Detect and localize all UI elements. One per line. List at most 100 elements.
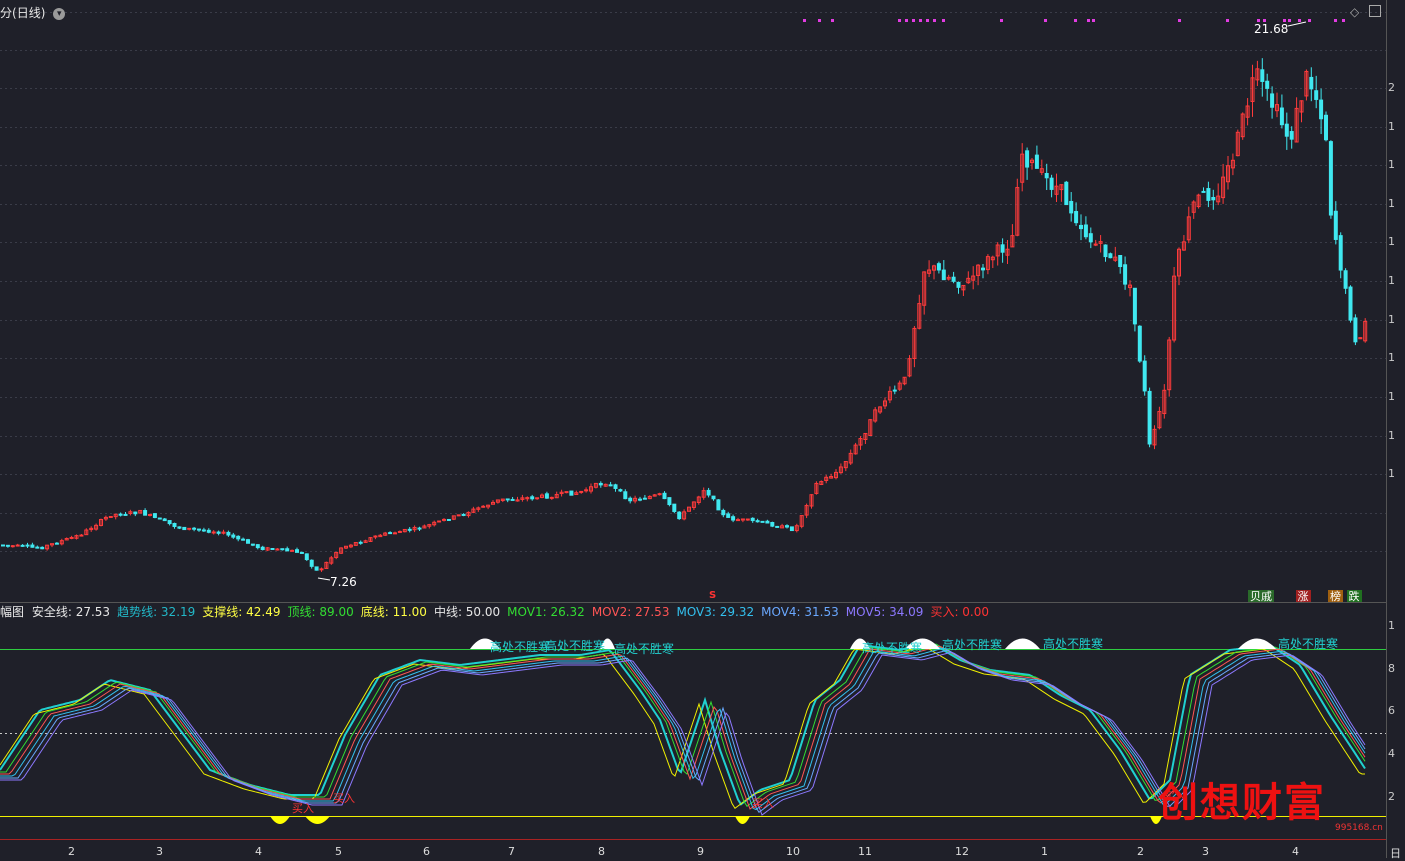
- signal-dot: [919, 19, 922, 22]
- candle-body: [569, 490, 574, 496]
- signal-dot: [1288, 19, 1291, 22]
- candle-body: [481, 505, 486, 508]
- signal-dot: [1178, 19, 1181, 22]
- indicator-item: 顶线: 89.00: [287, 605, 354, 619]
- candle-body: [1260, 69, 1265, 82]
- candle-body: [226, 531, 231, 536]
- candle-body: [285, 548, 290, 552]
- candle-body: [731, 516, 736, 521]
- watermark-logo: 创想财富: [1158, 779, 1326, 826]
- candle-body: [393, 532, 397, 535]
- indicator-item: MOV5: 34.09: [845, 605, 924, 619]
- candle-body: [1314, 90, 1319, 100]
- candle-body: [951, 276, 956, 282]
- candle-body: [716, 499, 721, 511]
- candle-body: [1079, 224, 1083, 230]
- x-tick: 5: [335, 845, 342, 858]
- peak-warning-label: 高处不胜寒: [942, 638, 1003, 652]
- candle-body: [677, 511, 682, 520]
- signal-dot: [1226, 19, 1229, 22]
- candle-body: [956, 281, 961, 288]
- peak-blob: [1005, 638, 1040, 649]
- signal-dot: [1092, 19, 1095, 22]
- y-tick: 1: [1388, 467, 1395, 480]
- peak-warning-label: 高处不胜寒: [1043, 637, 1104, 651]
- x-tick: 3: [156, 845, 163, 858]
- candle-body: [770, 522, 775, 527]
- candle-body: [544, 493, 549, 499]
- high-price-label: 21.68: [1254, 22, 1289, 36]
- candle-body: [40, 546, 45, 550]
- candle-body: [623, 491, 628, 500]
- candle-body: [721, 509, 726, 516]
- candle-body: [1069, 200, 1074, 214]
- peak-warning-label: 高处不胜寒: [1278, 637, 1339, 651]
- candle-body: [133, 511, 138, 515]
- candle-body: [197, 528, 201, 531]
- y-tick: 1: [1388, 120, 1395, 133]
- candle-body: [1309, 76, 1314, 90]
- y-tick: 1: [1388, 390, 1395, 403]
- signal-dot: [942, 19, 945, 22]
- peak-warning-label: 高处不胜寒: [862, 641, 923, 655]
- chevron-down-icon[interactable]: ▾: [53, 7, 66, 20]
- candle-body: [745, 518, 750, 521]
- candle-body: [280, 548, 285, 551]
- indicator-item: MOV1: 26.32: [507, 605, 585, 619]
- candle-body: [373, 535, 378, 538]
- peak-blob: [1238, 638, 1276, 649]
- candle-body: [785, 525, 789, 528]
- candle-body: [275, 548, 280, 551]
- signal-dot: [1044, 19, 1047, 22]
- y-tick: 1: [1388, 235, 1395, 248]
- candle-body: [765, 520, 770, 524]
- x-tick: 7: [508, 845, 515, 858]
- candle-body: [79, 534, 84, 537]
- candle-body: [1123, 264, 1128, 285]
- signal-dot: [1298, 19, 1301, 22]
- candle-body: [1319, 99, 1324, 120]
- candle-body: [530, 496, 535, 500]
- bottom-blob: [735, 816, 750, 824]
- x-tick: 10: [786, 845, 800, 858]
- candle-body: [397, 530, 402, 533]
- candle-body: [309, 559, 314, 567]
- candle-body: [1137, 325, 1142, 362]
- signal-dot: [831, 19, 834, 22]
- x-tick: 1: [1041, 845, 1048, 858]
- window-icon[interactable]: [1369, 5, 1381, 17]
- candle-body: [442, 518, 446, 521]
- candle-body: [1289, 131, 1294, 140]
- signal-dot: [933, 19, 936, 22]
- indicator-name: 幅图: [0, 605, 25, 619]
- candle-body: [1049, 177, 1054, 190]
- candle-body: [157, 517, 162, 520]
- signal-dot: [905, 19, 908, 22]
- candle-body: [152, 513, 157, 518]
- candle-body: [260, 546, 265, 550]
- candle-body: [201, 529, 206, 532]
- indicator-item: 买入: 0.00: [930, 605, 990, 619]
- candle-body: [1265, 80, 1270, 89]
- signal-dot: [1074, 19, 1077, 22]
- candle-body: [981, 267, 985, 271]
- candle-body: [1064, 181, 1069, 206]
- candle-body: [417, 527, 422, 530]
- candle-body: [295, 549, 299, 553]
- signal-dot: [1342, 19, 1345, 22]
- candle-body: [407, 528, 412, 531]
- candle-body: [246, 539, 250, 544]
- candle-body: [584, 489, 589, 492]
- diamond-icon[interactable]: ◇: [1350, 5, 1359, 19]
- x-tick: 4: [255, 845, 262, 858]
- candle-body: [1142, 360, 1147, 392]
- indicator-item: 底线: 11.00: [360, 605, 427, 619]
- y-tick: 1: [1388, 158, 1395, 171]
- candle-body: [1, 544, 5, 547]
- candle-body: [1284, 123, 1289, 137]
- chart-title: 分(日线) ▾: [0, 4, 66, 21]
- candle-body: [206, 529, 211, 533]
- y-tick: 1: [1388, 197, 1395, 210]
- candle-body: [299, 551, 304, 554]
- price-chart[interactable]: [0, 0, 1386, 600]
